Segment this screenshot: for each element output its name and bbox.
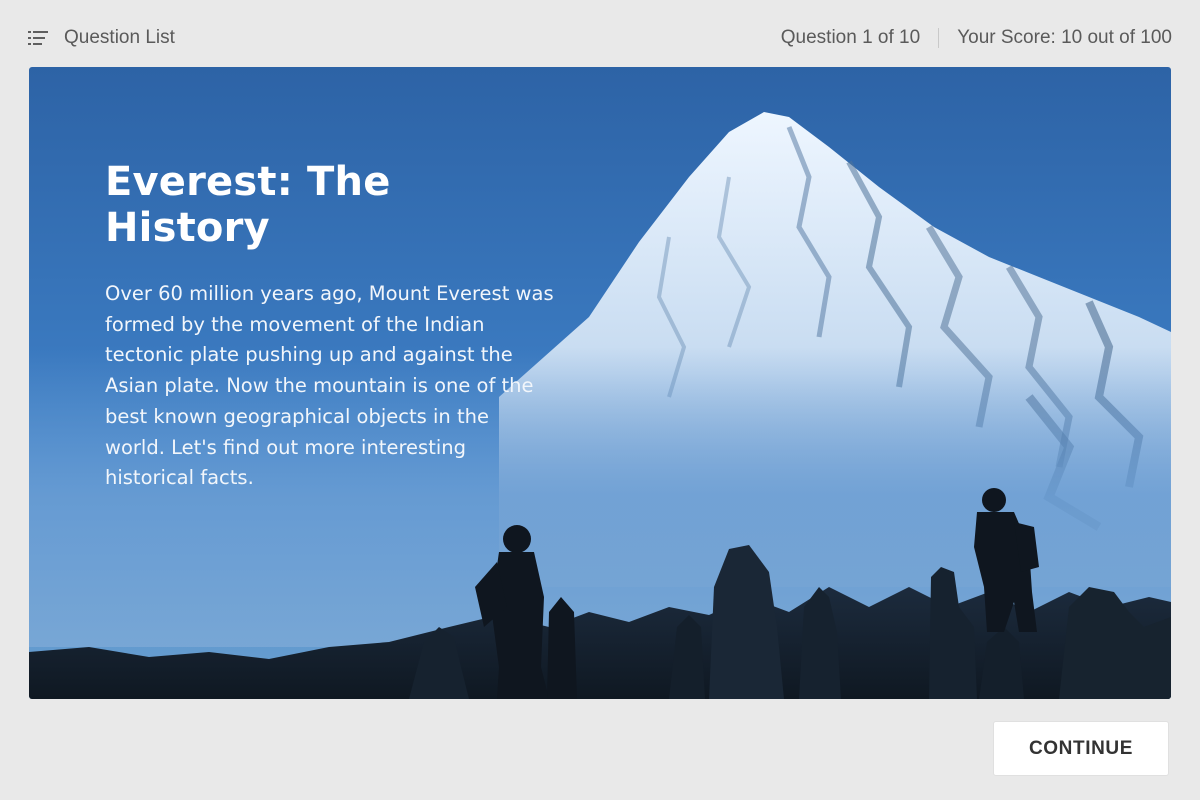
- status-divider: [938, 28, 940, 48]
- question-list-button[interactable]: Question List: [28, 27, 175, 49]
- list-icon: [28, 30, 50, 46]
- quiz-status: Question 1 of 10 Your Score: 10 out of 1…: [781, 27, 1172, 49]
- continue-button[interactable]: CONTINUE: [993, 721, 1169, 776]
- quiz-window: Question List Question 1 of 10 Your Scor…: [0, 0, 1200, 800]
- hero-title: Everest: The History: [105, 159, 391, 251]
- score-display: Your Score: 10 out of 100: [957, 27, 1172, 48]
- hero-text-block: Everest: The History Over 60 million yea…: [105, 159, 555, 494]
- hero-slide: Everest: The History Over 60 million yea…: [29, 67, 1171, 699]
- question-list-label: Question List: [64, 27, 175, 48]
- top-bar: Question List Question 1 of 10 Your Scor…: [28, 22, 1172, 54]
- hero-description: Over 60 million years ago, Mount Everest…: [105, 282, 554, 490]
- question-progress: Question 1 of 10: [780, 27, 921, 48]
